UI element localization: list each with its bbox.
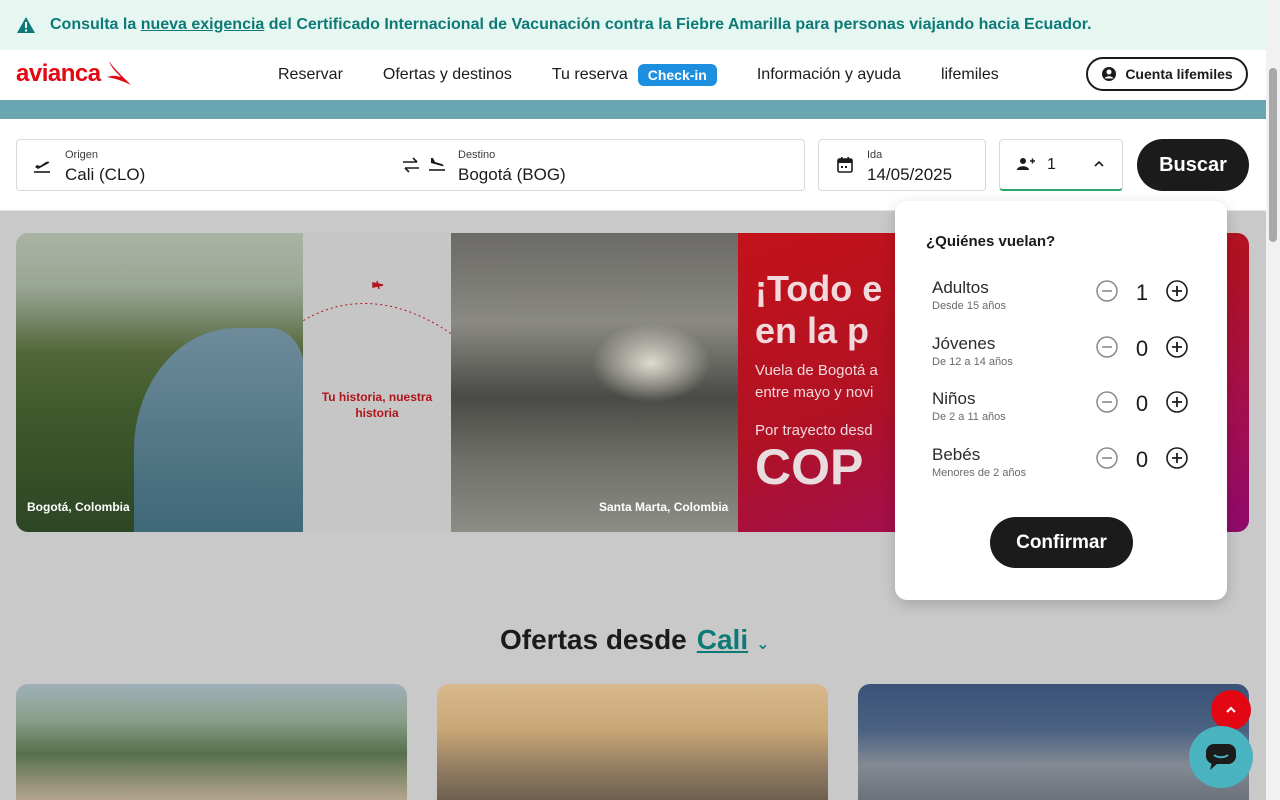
passengers-popover: ¿Quiénes vuelan? Adultos Desde 15 años 1… — [895, 201, 1227, 600]
passenger-type-label: Bebés — [932, 445, 981, 464]
search-panel: Origen Cali (CLO) Destino Bogotá (BOG) I… — [0, 119, 1266, 211]
plus-circle-icon[interactable] — [1166, 280, 1188, 302]
chevron-up-icon — [1094, 160, 1104, 167]
add-person-icon — [1017, 158, 1035, 170]
flight-route-graphic — [303, 280, 451, 335]
passenger-count: 0 — [1135, 447, 1149, 472]
swap-icon[interactable] — [401, 156, 421, 174]
chat-button[interactable] — [1189, 726, 1253, 788]
minus-circle-icon[interactable] — [1096, 391, 1118, 413]
takeoff-icon — [34, 161, 50, 173]
date-label: Ida — [867, 149, 883, 161]
passenger-type-subtitle: De 2 a 11 años — [932, 411, 1006, 423]
plus-circle-icon[interactable] — [1166, 447, 1188, 469]
offer-card[interactable] — [437, 684, 828, 800]
destination-label: Destino — [458, 149, 496, 161]
passenger-count: 0 — [1135, 391, 1149, 416]
passenger-row-jovenes: Jóvenes De 12 a 14 años 0 — [932, 334, 1202, 374]
calendar-icon — [837, 157, 853, 173]
promo-headline: ¡Todo e en la p — [755, 268, 882, 352]
avianca-bird-logo — [106, 61, 131, 85]
scrollbar[interactable] — [1266, 0, 1280, 800]
passenger-type-subtitle: De 12 a 14 años — [932, 356, 1013, 368]
date-field[interactable]: Ida 14/05/2025 — [818, 139, 986, 191]
minus-circle-icon[interactable] — [1096, 447, 1118, 469]
plus-circle-icon[interactable] — [1166, 336, 1188, 358]
search-button[interactable]: Buscar — [1137, 139, 1249, 191]
origin-label: Origen — [65, 149, 99, 161]
checkin-badge[interactable]: Check-in — [637, 64, 717, 86]
caption-bogota: Bogotá, Colombia — [27, 500, 130, 514]
offers-city-selector[interactable]: Cali — [697, 624, 748, 656]
minus-circle-icon[interactable] — [1096, 280, 1118, 302]
account-button[interactable]: Cuenta lifemiles — [1086, 57, 1248, 91]
nav-reservar[interactable]: Reservar — [278, 66, 343, 84]
logo-wordmark: avianca — [16, 60, 101, 87]
destination-value[interactable]: Bogotá (BOG) — [458, 165, 566, 185]
passenger-type-label: Niños — [932, 389, 976, 408]
bogota-image — [16, 233, 304, 532]
passenger-type-subtitle: Menores de 2 años — [932, 467, 1027, 479]
passenger-row-adultos: Adultos Desde 15 años 1 — [932, 278, 1202, 318]
caption-santa-marta: Santa Marta, Colombia — [599, 500, 729, 514]
chat-icon — [1206, 744, 1236, 770]
passenger-row-ninos: Niños De 2 a 11 años 0 — [932, 389, 1202, 429]
alert-message: Consulta la nueva exigencia del Certific… — [50, 16, 1092, 33]
origin-value[interactable]: Cali (CLO) — [65, 165, 145, 185]
landing-icon — [429, 158, 445, 171]
passengers-question: ¿Quiénes vuelan? — [926, 233, 1056, 250]
warning-icon — [17, 17, 35, 33]
offers-title: Ofertas desde Cali ⌄ — [500, 624, 770, 656]
nav-lifemiles[interactable]: lifemiles — [941, 66, 999, 84]
offer-card[interactable] — [16, 684, 407, 800]
santa-marta-image — [451, 233, 738, 532]
offers-title-text: Ofertas desde — [500, 624, 687, 655]
chevron-down-icon[interactable]: ⌄ — [756, 634, 769, 654]
header: avianca Reservar Ofertas y destinos Tu r… — [0, 50, 1266, 100]
chevron-up-icon — [1226, 706, 1236, 713]
tagline: Tu historia, nuestra historia — [321, 390, 433, 420]
passenger-type-subtitle: Desde 15 años — [932, 300, 1006, 312]
passenger-type-label: Adultos — [932, 278, 989, 297]
account-button-label: Cuenta lifemiles — [1125, 66, 1233, 82]
confirm-button[interactable]: Confirmar — [990, 517, 1133, 568]
promo-price: COP — [755, 439, 864, 495]
passenger-count: 0 — [1135, 336, 1149, 361]
promo-headline-2: en la p — [755, 310, 870, 351]
alert-bar: Consulta la nueva exigencia del Certific… — [0, 0, 1266, 50]
scrollbar-thumb[interactable] — [1269, 68, 1277, 242]
promo-line-1: Vuela de Bogotá a — [755, 362, 878, 379]
user-circle-icon — [1102, 67, 1117, 81]
promo-line-3: Por trayecto desd — [755, 422, 873, 439]
main-nav: Reservar Ofertas y destinos Tu reserva Ch… — [278, 50, 1039, 100]
nav-ofertas[interactable]: Ofertas y destinos — [383, 66, 512, 84]
nav-tu-reserva[interactable]: Tu reserva Check-in — [552, 64, 717, 86]
passenger-row-bebes: Bebés Menores de 2 años 0 — [932, 445, 1202, 485]
nav-informacion[interactable]: Información y ayuda — [757, 66, 901, 84]
alert-link[interactable]: nueva exigencia — [141, 16, 265, 33]
avianca-logo[interactable]: avianca — [16, 59, 133, 89]
date-value: 14/05/2025 — [867, 165, 953, 184]
offer-card[interactable] — [858, 684, 1249, 800]
passenger-count: 1 — [1135, 280, 1149, 305]
route-panel — [303, 233, 451, 532]
promo-headline-1: ¡Todo e — [755, 268, 883, 309]
promo-line-2: entre mayo y novi — [755, 384, 874, 401]
scroll-to-top-button[interactable] — [1211, 690, 1251, 730]
passengers-field[interactable]: 1 — [999, 139, 1123, 191]
passengers-count: 1 — [1047, 156, 1056, 173]
origin-destination-field[interactable]: Origen Cali (CLO) Destino Bogotá (BOG) — [16, 139, 805, 191]
passenger-type-label: Jóvenes — [932, 334, 996, 353]
hero-strip — [0, 100, 1266, 119]
nav-tu-reserva-label: Tu reserva — [551, 66, 628, 83]
plus-circle-icon[interactable] — [1166, 391, 1188, 413]
minus-circle-icon[interactable] — [1096, 336, 1118, 358]
